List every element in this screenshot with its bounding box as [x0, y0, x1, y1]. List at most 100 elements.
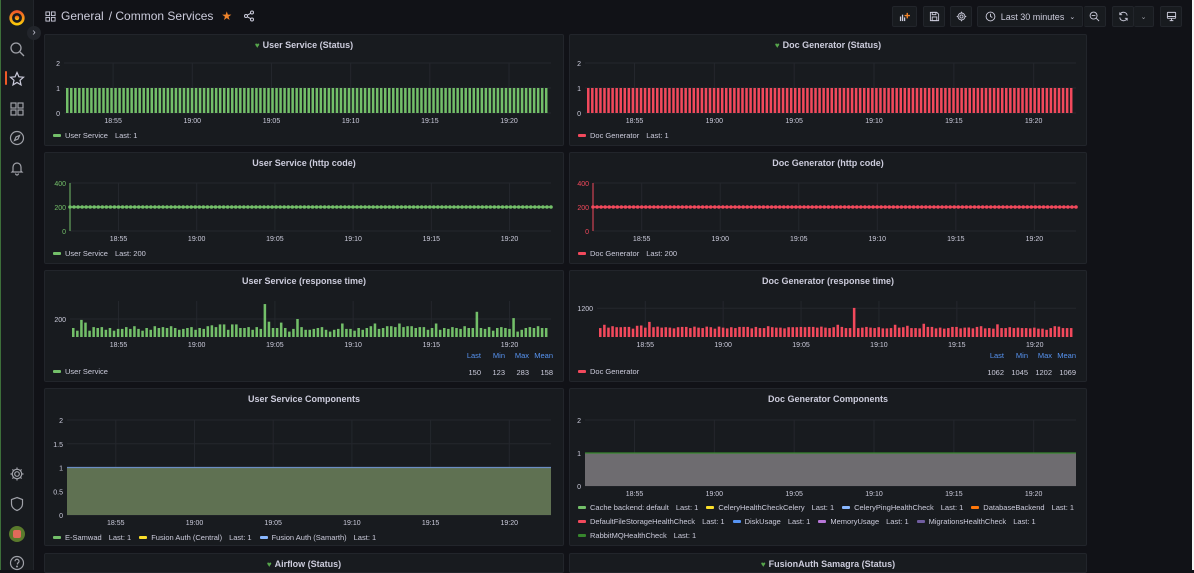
y-tick-label: 1200 — [577, 306, 593, 313]
stat-header[interactable]: Last — [980, 351, 1004, 360]
gear-icon[interactable] — [9, 466, 25, 482]
legend-item[interactable]: User Service Last: 200 — [53, 249, 146, 258]
legend-item[interactable]: RabbitMQHealthCheck Last: 1 — [578, 531, 696, 540]
y-tick-label: 2 — [59, 418, 63, 425]
bar — [627, 88, 631, 113]
y-tick-label: 1 — [577, 86, 581, 93]
breadcrumb-folder[interactable]: General — [61, 9, 104, 23]
avatar[interactable] — [9, 526, 25, 542]
bar — [1057, 326, 1061, 337]
bar — [745, 88, 748, 113]
bar — [299, 88, 302, 113]
legend-item[interactable]: Cache backend: default Last: 1 — [578, 503, 698, 512]
bar — [611, 88, 614, 113]
refresh-button[interactable] — [1112, 6, 1134, 27]
legend-item[interactable]: E-Samwad Last: 1 — [53, 533, 131, 542]
stat-header[interactable]: Max — [505, 351, 529, 360]
bar — [709, 327, 713, 337]
add-panel-button[interactable] — [892, 6, 917, 27]
y-tick-label: 2 — [577, 61, 581, 68]
time-range-picker[interactable]: Last 30 minutes ⌄ — [977, 6, 1083, 27]
bar — [94, 88, 97, 113]
legend-item[interactable]: User Service — [53, 367, 108, 376]
data-point — [282, 205, 287, 209]
data-point — [92, 205, 97, 209]
share-icon[interactable] — [243, 10, 255, 22]
x-tick-label: 19:10 — [344, 342, 362, 349]
data-point — [387, 205, 392, 209]
panel-title[interactable]: ♥ FusionAuth Samagra (Status) — [570, 559, 1086, 569]
bar — [428, 88, 431, 113]
stat-header[interactable]: Mean — [1052, 351, 1076, 360]
stat-header[interactable]: Mean — [529, 351, 553, 360]
legend-item[interactable]: DefaultFileStorageHealthCheck Last: 1 — [578, 517, 725, 526]
search-icon[interactable] — [9, 41, 25, 57]
legend-item[interactable]: User Service Last: 1 — [53, 131, 137, 140]
legend-item[interactable]: MigrationsHealthCheck Last: 1 — [916, 517, 1036, 526]
data-point — [867, 205, 871, 209]
bar — [487, 327, 491, 337]
legend-item[interactable]: Doc Generator Last: 1 — [578, 131, 669, 140]
legend-item[interactable]: Doc Generator Last: 200 — [578, 249, 677, 258]
bar — [795, 327, 799, 337]
bar — [944, 88, 947, 113]
bar — [664, 88, 667, 113]
legend-item[interactable]: MemoryUsage Last: 1 — [818, 517, 909, 526]
legend-item[interactable]: DiskUsage Last: 1 — [732, 517, 810, 526]
star-icon[interactable]: ★ — [221, 9, 232, 23]
bar — [104, 329, 108, 337]
bar — [1045, 88, 1049, 113]
save-dashboard-button[interactable] — [923, 6, 945, 27]
bar — [235, 324, 238, 337]
data-point — [347, 205, 351, 209]
data-point — [351, 205, 355, 209]
legend-item[interactable]: Fusion Auth (Samarth) Last: 1 — [259, 533, 376, 542]
data-point — [855, 205, 859, 209]
legend-item[interactable]: Fusion Auth (Central) Last: 1 — [139, 533, 252, 542]
data-point — [500, 205, 505, 209]
legend-item[interactable]: CeleryPingHealthCheck Last: 1 — [842, 503, 963, 512]
zoom-out-button[interactable] — [1084, 6, 1106, 27]
bar — [414, 328, 417, 337]
data-point — [431, 205, 436, 209]
help-icon[interactable] — [9, 555, 25, 571]
bar — [504, 88, 508, 113]
x-tick-label: 19:00 — [706, 118, 724, 125]
refresh-interval-dropdown[interactable]: ⌄ — [1134, 6, 1154, 27]
bar — [255, 327, 258, 337]
bar — [72, 328, 75, 337]
chart-user-components[interactable]: 0 0.5 1 1.5 2 18:55 19:00 19:05 19:10 19:15 19:20 — [45, 389, 565, 547]
bar — [725, 328, 729, 337]
legend-item[interactable]: Doc Generator — [578, 367, 639, 376]
stat-header[interactable]: Min — [1004, 351, 1028, 360]
bar — [398, 323, 401, 337]
page-title[interactable]: / Common Services — [109, 9, 214, 23]
data-point — [185, 205, 190, 209]
legend-swatch — [53, 252, 61, 255]
x-tick-label: 18:55 — [104, 118, 122, 125]
bar — [765, 88, 769, 113]
data-point — [936, 205, 940, 209]
stat-header[interactable]: Min — [481, 351, 505, 360]
monitor-icon — [1166, 11, 1176, 22]
bar — [1065, 88, 1069, 113]
bell-icon[interactable] — [9, 160, 25, 176]
bar — [656, 326, 659, 337]
compass-icon[interactable] — [9, 130, 25, 146]
stat-header[interactable]: Last — [457, 351, 481, 360]
stat-value: 283 — [516, 368, 529, 377]
expand-sidebar-button[interactable]: › — [27, 26, 41, 40]
tv-mode-button[interactable] — [1160, 6, 1182, 27]
bar — [1005, 88, 1008, 113]
stat-header[interactable]: Max — [1028, 351, 1052, 360]
legend-item[interactable]: DatabaseBackend Last: 1 — [971, 503, 1074, 512]
dashboard-settings-button[interactable] — [950, 6, 972, 27]
star-icon[interactable] — [9, 71, 25, 87]
shield-icon[interactable] — [9, 496, 25, 512]
grafana-logo-icon[interactable] — [8, 8, 26, 26]
legend-item[interactable]: CeleryHealthCheckCelery Last: 1 — [706, 503, 834, 512]
data-point — [440, 205, 444, 209]
panel-title[interactable]: ♥ Airflow (Status) — [45, 559, 563, 569]
dashboards-icon[interactable] — [9, 101, 25, 117]
bar — [76, 330, 79, 337]
